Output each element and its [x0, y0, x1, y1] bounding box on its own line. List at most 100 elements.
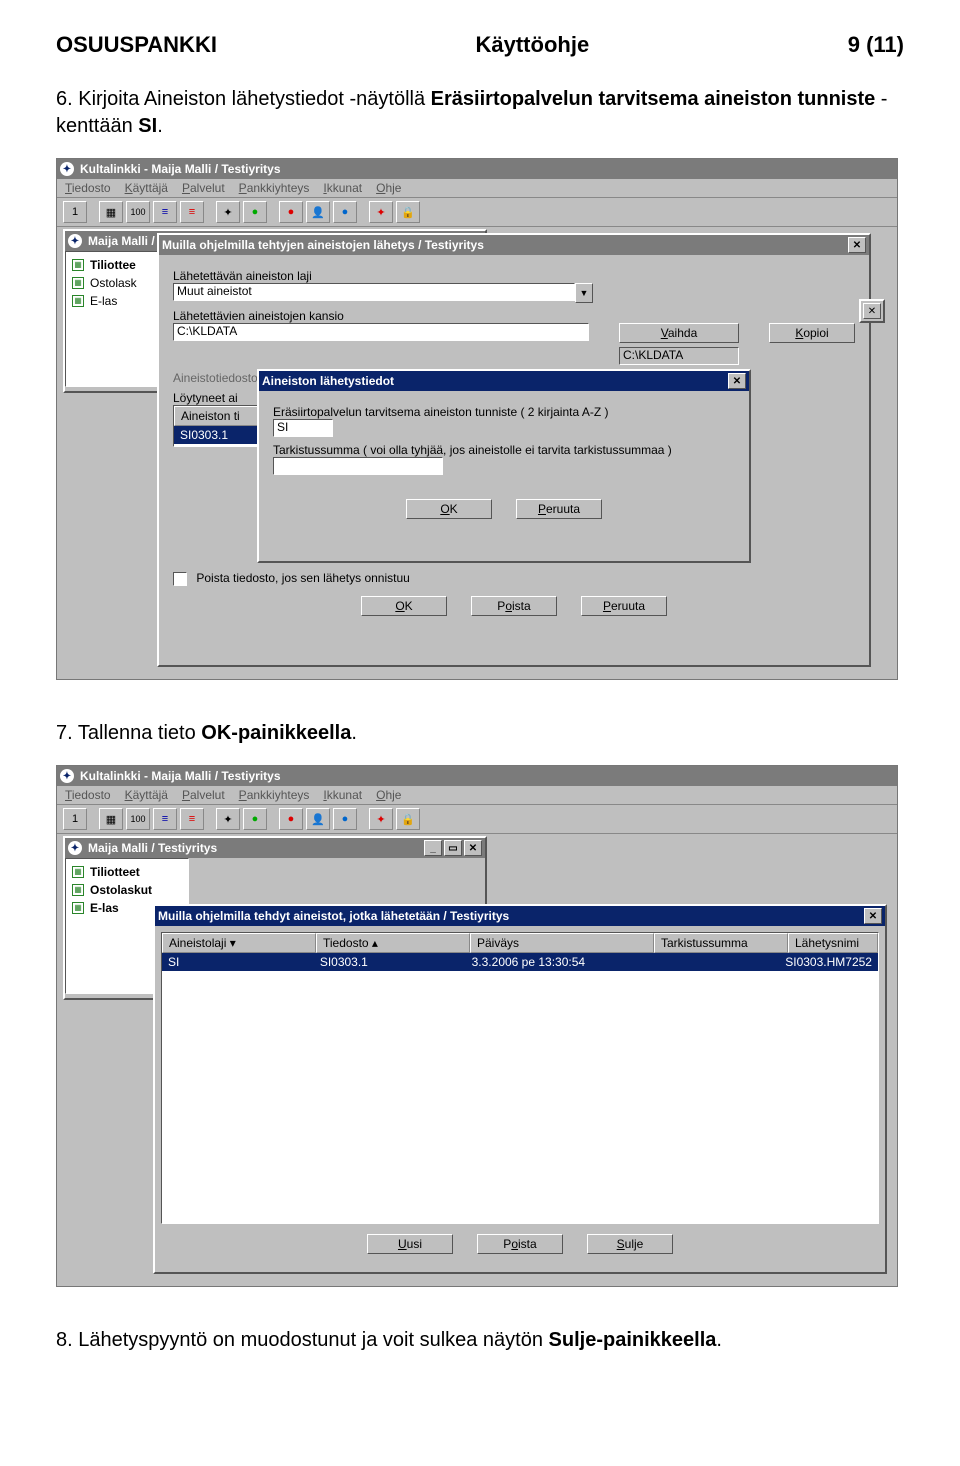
menu-ohje[interactable]: Ohje	[376, 788, 401, 802]
toolbar-btn-4[interactable]: ≡	[153, 201, 177, 223]
close-icon[interactable]: ✕	[863, 303, 881, 319]
toolbar-btn-6[interactable]: ✦	[216, 201, 240, 223]
menu-tiedosto[interactable]: Tiedosto	[65, 788, 111, 802]
result-list[interactable]: Aineistolaji ▾ Tiedosto ▴ Päiväys Tarkis…	[161, 932, 879, 1224]
mdi-title: Maija Malli / Testiyritys	[88, 841, 217, 855]
step-6-text: 6. Kirjoita Aineiston lähetystiedot -näy…	[56, 86, 904, 140]
tree-item[interactable]: ▦Ostolask	[72, 274, 160, 292]
toolbar-btn-2[interactable]: ▦	[99, 808, 123, 830]
material-type-value: Muut aineistot	[177, 284, 252, 298]
toolbar-btn-10[interactable]: ●	[333, 808, 357, 830]
tunniste-input[interactable]: SI	[273, 419, 333, 437]
close-icon[interactable]: ✕	[864, 908, 882, 924]
toolbar-btn-8[interactable]: ●	[279, 201, 303, 223]
menu-ikkunat[interactable]: Ikkunat	[323, 181, 362, 195]
menubar: Tiedosto Käyttäjä Palvelut Pankkiyhteys …	[57, 179, 897, 198]
poista-button[interactable]: Poista	[471, 596, 557, 616]
toolbar: 1 ▦ 100 ≡ ≡ ✦ ● ● 👤 ● ✦ 🔒	[57, 805, 897, 834]
vaihda-button[interactable]: Vaihda	[619, 323, 739, 343]
cell-lahetysnimi: SI0303.HM7252	[779, 953, 878, 971]
menu-ohje[interactable]: Ohje	[376, 181, 401, 195]
menu-pankkiyhteys[interactable]: Pankkiyhteys	[239, 181, 310, 195]
tree-item[interactable]: ▦Tiliottee	[72, 256, 160, 274]
toolbar-btn-3[interactable]: 100	[126, 201, 150, 223]
tree-item[interactable]: ▦E-las	[72, 292, 160, 310]
chevron-down-icon[interactable]: ▼	[575, 283, 593, 303]
material-type-dropdown[interactable]: Muut aineistot ▼	[173, 283, 593, 303]
toolbar-btn-2[interactable]: ▦	[99, 201, 123, 223]
col-paivays[interactable]: Päiväys	[470, 933, 654, 953]
col-aineistolaji[interactable]: Aineistolaji ▾	[162, 933, 316, 953]
col-tarkistussumma[interactable]: Tarkistussumma	[654, 933, 788, 953]
minimize-icon[interactable]: _	[424, 840, 442, 856]
toolbar-btn-5[interactable]: ≡	[180, 808, 204, 830]
screenshot-2: ✦ Kultalinkki - Maija Malli / Testiyrity…	[56, 765, 898, 1287]
mdi-icon: ✦	[68, 234, 82, 248]
toolbar-btn-7[interactable]: ●	[243, 808, 267, 830]
close-icon[interactable]: ✕	[728, 373, 746, 389]
list-item[interactable]: SI0303.1	[174, 426, 264, 444]
col-lahetysnimi[interactable]: Lähetysnimi	[788, 933, 878, 953]
menu-pankkiyhteys[interactable]: Pankkiyhteys	[239, 788, 310, 802]
menu-kayttaja[interactable]: Käyttäjä	[125, 788, 168, 802]
checkbox-icon[interactable]	[173, 572, 187, 586]
send-dialog-title: Muilla ohjelmilla tehtyjen aineistojen l…	[162, 238, 484, 252]
readonly-folder: C:\KLDATA	[619, 347, 739, 365]
app-icon: ✦	[60, 162, 74, 176]
col-tiedosto[interactable]: Tiedosto ▴	[316, 933, 470, 953]
menu-ikkunat[interactable]: Ikkunat	[323, 788, 362, 802]
floating-close[interactable]: ✕	[859, 299, 885, 323]
sulje-button[interactable]: Sulje	[587, 1234, 673, 1254]
poista-button[interactable]: Poista	[477, 1234, 563, 1254]
toolbar-btn-1[interactable]: 1	[63, 808, 87, 830]
maximize-icon[interactable]: ▭	[444, 840, 462, 856]
checkbox-label: Poista tiedosto, jos sen lähetys onnistu…	[196, 571, 409, 585]
menu-palvelut[interactable]: Palvelut	[182, 788, 225, 802]
menu-tiedosto[interactable]: Tiedosto	[65, 181, 111, 195]
step-7-prefix: 7. Tallenna tieto	[56, 722, 201, 744]
found-list[interactable]: Aineiston ti SI0303.1	[173, 405, 265, 447]
info-peruuta-button[interactable]: Peruuta	[516, 499, 602, 519]
toolbar-btn-1[interactable]: 1	[63, 201, 87, 223]
toolbar: 1 ▦ 100 ≡ ≡ ✦ ● ● 👤 ● ✦ 🔒	[57, 198, 897, 227]
toolbar-btn-9[interactable]: 👤	[306, 808, 330, 830]
toolbar-btn-6[interactable]: ✦	[216, 808, 240, 830]
menu-palvelut[interactable]: Palvelut	[182, 181, 225, 195]
toolbar-btn-8[interactable]: ●	[279, 808, 303, 830]
info-ok-button[interactable]: OK	[406, 499, 492, 519]
ok-button[interactable]: OK	[361, 596, 447, 616]
mdi-icon: ✦	[68, 841, 82, 855]
mdi-titlebar: ✦ Maija Malli / Testiyritys _ ▭ ✕	[65, 838, 485, 858]
table-row[interactable]: SI SI0303.1 3.3.2006 pe 13:30:54 SI0303.…	[162, 953, 878, 971]
menu-kayttaja[interactable]: Käyttäjä	[125, 181, 168, 195]
toolbar-btn-7[interactable]: ●	[243, 201, 267, 223]
close-icon[interactable]: ✕	[848, 237, 866, 253]
folder-input[interactable]: C:\KLDATA	[173, 323, 589, 341]
tree-item[interactable]: ▦Tiliotteet	[72, 863, 182, 881]
close-icon[interactable]: ✕	[464, 840, 482, 856]
checksum-input[interactable]	[273, 457, 443, 475]
cell-tarkistussumma	[647, 953, 779, 971]
list-dialog-titlebar: Muilla ohjelmilla tehdyt aineistot, jotk…	[155, 906, 885, 926]
toolbar-btn-11[interactable]: ✦	[369, 808, 393, 830]
toolbar-btn-4[interactable]: ≡	[153, 808, 177, 830]
uusi-button[interactable]: Uusi	[367, 1234, 453, 1254]
toolbar-btn-3[interactable]: 100	[126, 808, 150, 830]
step-6-suffix: .	[157, 115, 163, 137]
app-icon: ✦	[60, 769, 74, 783]
toolbar-btn-9[interactable]: 👤	[306, 201, 330, 223]
toolbar-btn-10[interactable]: ●	[333, 201, 357, 223]
step-8-text: 8. Lähetyspyyntö on muodostunut ja voit …	[56, 1327, 904, 1354]
step-8-suffix: .	[716, 1329, 722, 1351]
toolbar-btn-12[interactable]: 🔒	[396, 201, 420, 223]
tree-view[interactable]: ▦Tiliottee ▦Ostolask ▦E-las	[65, 251, 167, 387]
toolbar-btn-11[interactable]: ✦	[369, 201, 393, 223]
toolbar-btn-5[interactable]: ≡	[180, 201, 204, 223]
kopioi-button[interactable]: Kopioi	[769, 323, 855, 343]
tree-item[interactable]: ▦Ostolaskut	[72, 881, 182, 899]
cell-tiedosto: SI0303.1	[314, 953, 466, 971]
delete-checkbox-row[interactable]: Poista tiedosto, jos sen lähetys onnistu…	[173, 571, 855, 586]
step-7-text: 7. Tallenna tieto OK-painikkeella.	[56, 720, 904, 747]
peruuta-button[interactable]: Peruuta	[581, 596, 667, 616]
toolbar-btn-12[interactable]: 🔒	[396, 808, 420, 830]
